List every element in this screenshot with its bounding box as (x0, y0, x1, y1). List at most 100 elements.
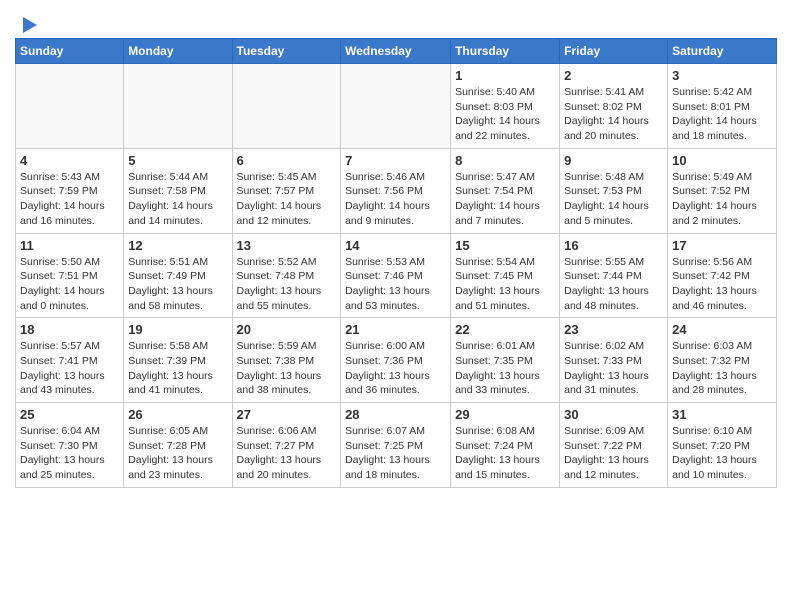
day-info: Sunrise: 5:51 AM Sunset: 7:49 PM Dayligh… (128, 255, 227, 314)
calendar-cell: 10 Sunrise: 5:49 AM Sunset: 7:52 PM Dayli… (668, 148, 777, 233)
day-header-sunday: Sunday (16, 39, 124, 64)
day-info: Sunrise: 6:04 AM Sunset: 7:30 PM Dayligh… (20, 424, 119, 483)
week-row-4: 18Sunrise: 5:57 AM Sunset: 7:41 PM Dayli… (16, 318, 777, 403)
day-number: 17 (672, 238, 772, 253)
week-row-1: 1 Sunrise: 5:40 AM Sunset: 8:03 PM Daylig… (16, 64, 777, 149)
day-info: Sunrise: 6:08 AM Sunset: 7:24 PM Dayligh… (455, 424, 555, 483)
day-number: 21 (345, 322, 446, 337)
calendar-cell: 5 Sunrise: 5:44 AM Sunset: 7:58 PM Daylig… (124, 148, 232, 233)
day-number: 31 (672, 407, 772, 422)
day-info: Sunrise: 5:58 AM Sunset: 7:39 PM Dayligh… (128, 339, 227, 398)
day-number: 1 (455, 68, 555, 83)
day-info: Sunrise: 5:53 AM Sunset: 7:46 PM Dayligh… (345, 255, 446, 314)
day-info: Sunrise: 5:42 AM Sunset: 8:01 PM Dayligh… (672, 85, 772, 144)
day-header-saturday: Saturday (668, 39, 777, 64)
day-number: 25 (20, 407, 119, 422)
day-info: Sunrise: 5:41 AM Sunset: 8:02 PM Dayligh… (564, 85, 663, 144)
day-header-wednesday: Wednesday (341, 39, 451, 64)
calendar-cell: 20 Sunrise: 5:59 AM Sunset: 7:38 PM Dayli… (232, 318, 341, 403)
calendar-cell: 25 Sunrise: 6:04 AM Sunset: 7:30 PM Dayli… (16, 403, 124, 488)
calendar-cell: 12 Sunrise: 5:51 AM Sunset: 7:49 PM Dayli… (124, 233, 232, 318)
day-header-row: SundayMondayTuesdayWednesdayThursdayFrid… (16, 39, 777, 64)
day-number: 13 (237, 238, 337, 253)
day-info: Sunrise: 6:07 AM Sunset: 7:25 PM Dayligh… (345, 424, 446, 483)
day-number: 16 (564, 238, 663, 253)
day-info: Sunrise: 5:56 AM Sunset: 7:42 PM Dayligh… (672, 255, 772, 314)
calendar-cell: 31 Sunrise: 6:10 AM Sunset: 7:20 PM Dayli… (668, 403, 777, 488)
day-info: Sunrise: 6:00 AM Sunset: 7:36 PM Dayligh… (345, 339, 446, 398)
day-info: Sunrise: 5:54 AM Sunset: 7:45 PM Dayligh… (455, 255, 555, 314)
day-info: Sunrise: 5:59 AM Sunset: 7:38 PM Dayligh… (237, 339, 337, 398)
calendar-cell: 21 Sunrise: 6:00 AM Sunset: 7:36 PM Dayli… (341, 318, 451, 403)
day-header-thursday: Thursday (451, 39, 560, 64)
calendar-cell: 8 Sunrise: 5:47 AM Sunset: 7:54 PM Daylig… (451, 148, 560, 233)
day-number: 10 (672, 153, 772, 168)
day-header-tuesday: Tuesday (232, 39, 341, 64)
day-info: Sunrise: 5:46 AM Sunset: 7:56 PM Dayligh… (345, 170, 446, 229)
day-number: 12 (128, 238, 227, 253)
day-number: 24 (672, 322, 772, 337)
header (15, 10, 777, 32)
calendar-cell: 11Sunrise: 5:50 AM Sunset: 7:51 PM Dayli… (16, 233, 124, 318)
day-info: Sunrise: 5:47 AM Sunset: 7:54 PM Dayligh… (455, 170, 555, 229)
day-number: 28 (345, 407, 446, 422)
calendar-cell: 19 Sunrise: 5:58 AM Sunset: 7:39 PM Dayli… (124, 318, 232, 403)
day-number: 30 (564, 407, 663, 422)
day-info: Sunrise: 5:52 AM Sunset: 7:48 PM Dayligh… (237, 255, 337, 314)
day-info: Sunrise: 6:03 AM Sunset: 7:32 PM Dayligh… (672, 339, 772, 398)
day-info: Sunrise: 6:01 AM Sunset: 7:35 PM Dayligh… (455, 339, 555, 398)
day-info: Sunrise: 6:05 AM Sunset: 7:28 PM Dayligh… (128, 424, 227, 483)
day-number: 20 (237, 322, 337, 337)
calendar-cell: 23 Sunrise: 6:02 AM Sunset: 7:33 PM Dayli… (560, 318, 668, 403)
day-number: 6 (237, 153, 337, 168)
day-number: 9 (564, 153, 663, 168)
day-info: Sunrise: 5:49 AM Sunset: 7:52 PM Dayligh… (672, 170, 772, 229)
calendar-cell: 24 Sunrise: 6:03 AM Sunset: 7:32 PM Dayli… (668, 318, 777, 403)
day-number: 7 (345, 153, 446, 168)
day-number: 22 (455, 322, 555, 337)
day-header-friday: Friday (560, 39, 668, 64)
calendar-table: SundayMondayTuesdayWednesdayThursdayFrid… (15, 38, 777, 488)
day-header-monday: Monday (124, 39, 232, 64)
day-number: 29 (455, 407, 555, 422)
day-number: 3 (672, 68, 772, 83)
day-info: Sunrise: 6:06 AM Sunset: 7:27 PM Dayligh… (237, 424, 337, 483)
day-info: Sunrise: 5:43 AM Sunset: 7:59 PM Dayligh… (20, 170, 119, 229)
day-info: Sunrise: 6:10 AM Sunset: 7:20 PM Dayligh… (672, 424, 772, 483)
calendar-cell: 16 Sunrise: 5:55 AM Sunset: 7:44 PM Dayli… (560, 233, 668, 318)
calendar-cell: 17 Sunrise: 5:56 AM Sunset: 7:42 PM Dayli… (668, 233, 777, 318)
day-number: 11 (20, 238, 119, 253)
calendar-cell: 6 Sunrise: 5:45 AM Sunset: 7:57 PM Daylig… (232, 148, 341, 233)
calendar-cell: 22 Sunrise: 6:01 AM Sunset: 7:35 PM Dayli… (451, 318, 560, 403)
day-number: 19 (128, 322, 227, 337)
day-number: 8 (455, 153, 555, 168)
week-row-5: 25 Sunrise: 6:04 AM Sunset: 7:30 PM Dayli… (16, 403, 777, 488)
calendar-cell: 30 Sunrise: 6:09 AM Sunset: 7:22 PM Dayli… (560, 403, 668, 488)
calendar-cell (341, 64, 451, 149)
calendar-cell (232, 64, 341, 149)
calendar-cell: 1 Sunrise: 5:40 AM Sunset: 8:03 PM Daylig… (451, 64, 560, 149)
calendar-cell: 2 Sunrise: 5:41 AM Sunset: 8:02 PM Daylig… (560, 64, 668, 149)
day-info: Sunrise: 6:09 AM Sunset: 7:22 PM Dayligh… (564, 424, 663, 483)
calendar-cell: 29 Sunrise: 6:08 AM Sunset: 7:24 PM Dayli… (451, 403, 560, 488)
day-info: Sunrise: 6:02 AM Sunset: 7:33 PM Dayligh… (564, 339, 663, 398)
day-info: Sunrise: 5:44 AM Sunset: 7:58 PM Dayligh… (128, 170, 227, 229)
day-info: Sunrise: 5:40 AM Sunset: 8:03 PM Dayligh… (455, 85, 555, 144)
calendar-cell: 15 Sunrise: 5:54 AM Sunset: 7:45 PM Dayli… (451, 233, 560, 318)
calendar-cell: 26 Sunrise: 6:05 AM Sunset: 7:28 PM Dayli… (124, 403, 232, 488)
day-info: Sunrise: 5:57 AM Sunset: 7:41 PM Dayligh… (20, 339, 119, 398)
day-number: 15 (455, 238, 555, 253)
day-number: 26 (128, 407, 227, 422)
calendar-cell: 4Sunrise: 5:43 AM Sunset: 7:59 PM Daylig… (16, 148, 124, 233)
day-number: 5 (128, 153, 227, 168)
day-number: 23 (564, 322, 663, 337)
week-row-2: 4Sunrise: 5:43 AM Sunset: 7:59 PM Daylig… (16, 148, 777, 233)
day-info: Sunrise: 5:45 AM Sunset: 7:57 PM Dayligh… (237, 170, 337, 229)
day-number: 14 (345, 238, 446, 253)
day-number: 27 (237, 407, 337, 422)
day-info: Sunrise: 5:55 AM Sunset: 7:44 PM Dayligh… (564, 255, 663, 314)
calendar-cell: 3 Sunrise: 5:42 AM Sunset: 8:01 PM Daylig… (668, 64, 777, 149)
calendar-cell: 13 Sunrise: 5:52 AM Sunset: 7:48 PM Dayli… (232, 233, 341, 318)
calendar-cell: 14 Sunrise: 5:53 AM Sunset: 7:46 PM Dayli… (341, 233, 451, 318)
day-number: 2 (564, 68, 663, 83)
